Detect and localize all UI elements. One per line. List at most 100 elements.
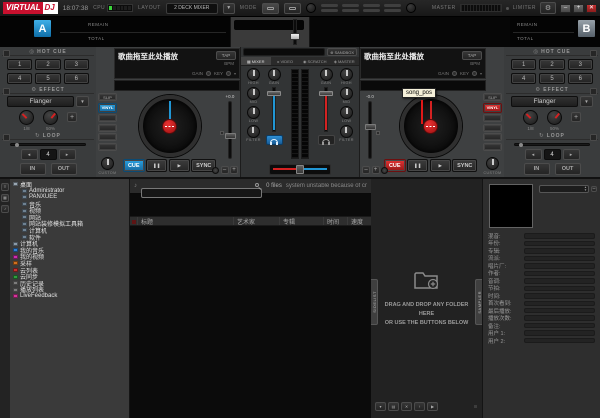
- loop-half-button[interactable]: ◂: [21, 149, 38, 160]
- fader-handle[interactable]: [267, 91, 281, 96]
- field-value[interactable]: [524, 338, 595, 344]
- loop-out-button[interactable]: OUT: [555, 163, 581, 175]
- sidelist-toolbar-button[interactable]: ↑: [414, 402, 425, 411]
- key-mini-knob[interactable]: [226, 71, 231, 76]
- vinyl-button[interactable]: VINYL: [483, 103, 502, 113]
- mode-screen-button[interactable]: [284, 3, 301, 14]
- sandbox-button[interactable]: ⊕SANDBOX: [327, 48, 357, 56]
- pitch-handle[interactable]: [225, 133, 236, 139]
- eq-knob[interactable]: [247, 125, 260, 138]
- sidelist-toolbar-button[interactable]: ▶: [427, 402, 438, 411]
- eq-knob[interactable]: [340, 68, 353, 81]
- collapse-button[interactable]: [590, 134, 597, 141]
- tap-button[interactable]: TAP: [216, 51, 236, 60]
- effect-add-button[interactable]: +: [571, 112, 581, 122]
- column-header[interactable]: 时间: [324, 217, 348, 225]
- zoom-slider-handle[interactable]: [290, 33, 300, 40]
- key-match-button[interactable]: [376, 131, 380, 135]
- settings-button[interactable]: ⚙: [540, 2, 556, 14]
- deck-a-jog-wheel[interactable]: [139, 95, 201, 157]
- sampler-knob-right[interactable]: [406, 3, 416, 13]
- maximize-button[interactable]: +: [573, 4, 584, 13]
- folder-tree-item[interactable]: PANXUEE: [10, 194, 129, 201]
- field-value[interactable]: [524, 315, 595, 321]
- pad-button[interactable]: [483, 124, 502, 132]
- folder-list-icon[interactable]: ≡: [1, 183, 9, 191]
- deck-b-badge[interactable]: B: [578, 20, 595, 37]
- close-button[interactable]: ✕: [586, 4, 597, 13]
- file-list-body[interactable]: [130, 226, 371, 418]
- field-value[interactable]: [524, 278, 595, 284]
- hotcue-button[interactable]: 2: [539, 59, 564, 70]
- loop-in-button[interactable]: IN: [20, 163, 46, 175]
- effect-knob-1[interactable]: [523, 110, 538, 125]
- hotcue-button[interactable]: 2: [35, 59, 60, 70]
- loop-length-slider[interactable]: [514, 143, 590, 146]
- headphone-button-b[interactable]: [318, 135, 335, 145]
- field-value[interactable]: [524, 248, 595, 254]
- folder-tree-item[interactable]: 桌面: [10, 181, 129, 188]
- folder-tree-item[interactable]: LiveFeedback: [10, 293, 129, 300]
- eq-knob[interactable]: [247, 87, 260, 100]
- hotcue-button[interactable]: 5: [35, 73, 60, 84]
- pad-button[interactable]: [98, 124, 117, 132]
- layout-dropdown-button[interactable]: ▼: [223, 3, 235, 14]
- sampler-pads[interactable]: [321, 4, 401, 12]
- field-value[interactable]: [524, 301, 595, 307]
- pause-button[interactable]: ❚❚: [146, 159, 167, 172]
- hotcue-button[interactable]: 1: [7, 59, 32, 70]
- gain-knob[interactable]: [320, 68, 333, 81]
- slip-button[interactable]: SLIP: [98, 93, 117, 101]
- track-combo-box[interactable]: ▲▼: [539, 185, 589, 193]
- pad-button[interactable]: [483, 143, 502, 151]
- pitch-minus-button[interactable]: –: [221, 166, 229, 174]
- effect-knob-2[interactable]: [43, 110, 58, 125]
- sampler-tab[interactable]: SAMPLER: [475, 279, 482, 325]
- resize-handle[interactable]: [474, 405, 477, 408]
- tab-mixer[interactable]: ▦MIXER: [241, 57, 271, 65]
- chevron-down-icon[interactable]: ▾: [234, 71, 236, 76]
- pad-button[interactable]: [98, 114, 117, 122]
- field-value[interactable]: [524, 286, 595, 292]
- collapse-button[interactable]: [3, 134, 10, 141]
- folder-tree-item[interactable]: 播放列表: [10, 287, 129, 294]
- hotcue-button[interactable]: 3: [64, 59, 89, 70]
- sidelist-tab[interactable]: SIDELIST: [371, 279, 378, 325]
- collapse-button[interactable]: [590, 88, 597, 95]
- layout-select[interactable]: 2 DECK MIXER: [166, 3, 218, 14]
- fader-handle[interactable]: [319, 91, 333, 96]
- crossfader[interactable]: [269, 164, 331, 175]
- headphone-cue-button[interactable]: [212, 167, 219, 174]
- pad-button[interactable]: [98, 143, 117, 151]
- field-value[interactable]: [524, 293, 595, 299]
- pitch-fader[interactable]: [228, 101, 232, 159]
- play-button[interactable]: ▶: [169, 159, 190, 172]
- loop-in-button[interactable]: IN: [524, 163, 550, 175]
- column-header[interactable]: 专辑: [280, 217, 324, 225]
- headphone-button-a[interactable]: [266, 135, 283, 145]
- collapse-info-button[interactable]: –: [591, 186, 597, 192]
- volume-fader-b[interactable]: [318, 87, 334, 132]
- cue-button[interactable]: CUE: [123, 159, 145, 172]
- sidelist-toolbar-button[interactable]: ▾: [375, 402, 386, 411]
- effect-select[interactable]: Flanger: [7, 96, 74, 107]
- gain-mini-knob[interactable]: [452, 71, 457, 76]
- eq-knob[interactable]: [247, 106, 260, 119]
- field-value[interactable]: [524, 323, 595, 329]
- field-value[interactable]: [524, 330, 595, 336]
- grid-view-icon[interactable]: ▦: [1, 194, 9, 202]
- effect-select[interactable]: Flanger: [511, 96, 578, 107]
- loop-length-slider[interactable]: [10, 143, 86, 146]
- play-button[interactable]: ▶: [430, 159, 451, 172]
- sampler-knob-left[interactable]: [306, 3, 316, 13]
- slip-button[interactable]: SLIP: [483, 93, 502, 101]
- effect-dropdown-button[interactable]: ▼: [580, 96, 593, 107]
- pad-button[interactable]: [483, 114, 502, 122]
- minimize-button[interactable]: –: [560, 4, 571, 13]
- tab-scratch[interactable]: ◉SCRATCH: [300, 57, 330, 65]
- effect-dropdown-button[interactable]: ▼: [76, 96, 89, 107]
- pause-button[interactable]: ❚❚: [407, 159, 428, 172]
- pad-button[interactable]: [98, 133, 117, 141]
- music-note-icon[interactable]: ♪: [1, 205, 9, 213]
- effect-add-button[interactable]: +: [67, 112, 77, 122]
